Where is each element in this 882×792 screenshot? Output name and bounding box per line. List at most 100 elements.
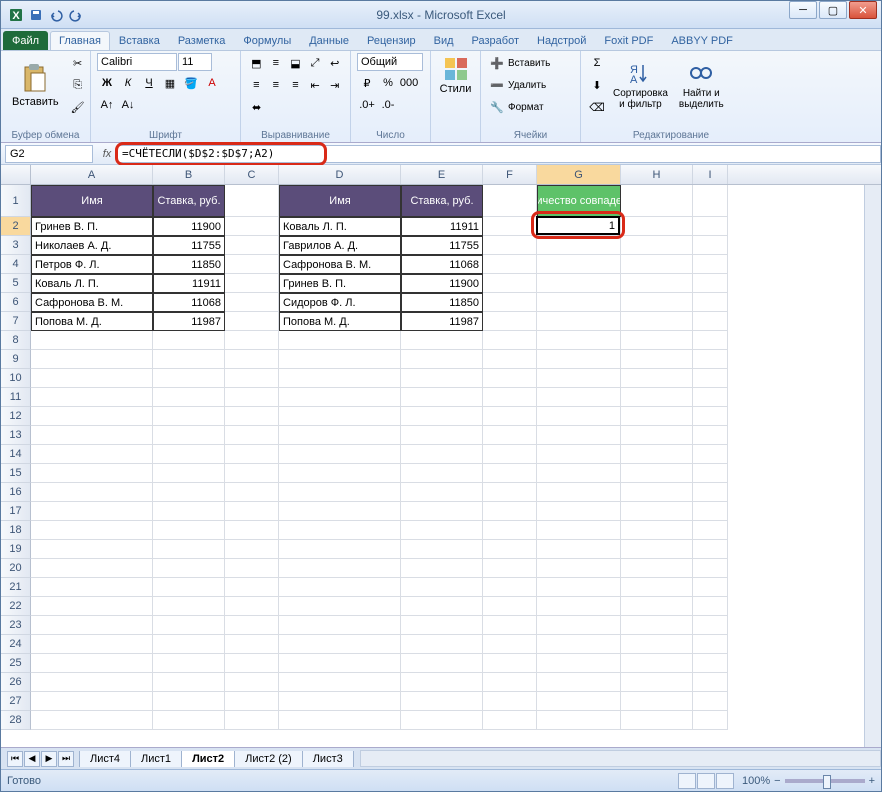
cell[interactable]	[401, 388, 483, 407]
copy-icon[interactable]: ⎘	[68, 75, 88, 95]
cell[interactable]	[225, 464, 279, 483]
number-format-combo[interactable]: Общий	[357, 53, 423, 71]
cell[interactable]	[401, 331, 483, 350]
cell[interactable]	[225, 483, 279, 502]
cell[interactable]: Ставка, руб.	[153, 185, 225, 217]
cell[interactable]	[401, 578, 483, 597]
cell[interactable]	[483, 616, 537, 635]
cell[interactable]	[621, 483, 693, 502]
row-header[interactable]: 26	[1, 673, 31, 692]
cell[interactable]	[693, 635, 728, 654]
tab-addins[interactable]: Надстрой	[528, 31, 595, 50]
cell[interactable]	[693, 597, 728, 616]
cell[interactable]	[537, 236, 621, 255]
cell[interactable]	[483, 236, 537, 255]
cell[interactable]	[153, 635, 225, 654]
cell[interactable]: Сафронова В. М.	[31, 293, 153, 312]
cell[interactable]	[483, 445, 537, 464]
cell[interactable]	[401, 426, 483, 445]
cell[interactable]	[225, 255, 279, 274]
cell[interactable]	[693, 654, 728, 673]
tab-foxit[interactable]: Foxit PDF	[595, 31, 662, 50]
cell[interactable]	[693, 236, 728, 255]
cell[interactable]	[693, 407, 728, 426]
shrink-font-icon[interactable]: A↓	[118, 95, 138, 115]
italic-button[interactable]: К	[118, 73, 138, 93]
row-header[interactable]: 14	[1, 445, 31, 464]
row-header[interactable]: 2	[1, 217, 31, 236]
cell[interactable]	[621, 350, 693, 369]
cell[interactable]	[483, 331, 537, 350]
delete-cells-button[interactable]: Удалить	[508, 80, 546, 91]
cell[interactable]	[225, 711, 279, 730]
cell[interactable]	[279, 483, 401, 502]
cell[interactable]	[621, 185, 693, 217]
cell[interactable]	[483, 255, 537, 274]
row-header[interactable]: 24	[1, 635, 31, 654]
cell[interactable]	[225, 388, 279, 407]
cell[interactable]	[693, 540, 728, 559]
cell[interactable]	[279, 521, 401, 540]
tab-formulas[interactable]: Формулы	[234, 31, 300, 50]
cell[interactable]	[279, 464, 401, 483]
cell[interactable]	[225, 540, 279, 559]
excel-icon[interactable]: X	[7, 6, 25, 24]
indent-dec-icon[interactable]: ⇤	[306, 75, 325, 95]
cell[interactable]	[483, 578, 537, 597]
cell[interactable]	[621, 654, 693, 673]
cell[interactable]	[537, 293, 621, 312]
cell[interactable]	[621, 407, 693, 426]
cell[interactable]	[621, 312, 693, 331]
cell[interactable]	[153, 502, 225, 521]
tab-first-icon[interactable]: ⏮	[7, 751, 23, 767]
tab-layout[interactable]: Разметка	[169, 31, 235, 50]
cell[interactable]	[693, 293, 728, 312]
cell[interactable]	[693, 185, 728, 217]
col-header-B[interactable]: B	[153, 165, 225, 184]
row-header[interactable]: 15	[1, 464, 31, 483]
underline-button[interactable]: Ч	[139, 73, 159, 93]
cell[interactable]	[401, 521, 483, 540]
border-button[interactable]: ▦	[160, 73, 180, 93]
tab-insert[interactable]: Вставка	[110, 31, 169, 50]
cell[interactable]	[483, 483, 537, 502]
cell[interactable]	[483, 559, 537, 578]
cell[interactable]	[537, 635, 621, 654]
currency-icon[interactable]: ₽	[357, 73, 377, 93]
cell[interactable]: Гаврилов А. Д.	[279, 236, 401, 255]
wrap-icon[interactable]: ↩	[325, 53, 344, 73]
cell[interactable]	[153, 654, 225, 673]
cell[interactable]	[483, 350, 537, 369]
row-header[interactable]: 27	[1, 692, 31, 711]
cell[interactable]	[537, 540, 621, 559]
cell[interactable]	[31, 711, 153, 730]
cell[interactable]	[537, 426, 621, 445]
cell[interactable]	[31, 692, 153, 711]
cell[interactable]: Николаев А. Д.	[31, 236, 153, 255]
row-header[interactable]: 11	[1, 388, 31, 407]
cell[interactable]	[483, 274, 537, 293]
cell[interactable]	[153, 616, 225, 635]
cell[interactable]	[483, 388, 537, 407]
cell[interactable]: Гринев В. П.	[279, 274, 401, 293]
cell[interactable]	[401, 350, 483, 369]
cell[interactable]	[621, 236, 693, 255]
view-normal-icon[interactable]	[678, 773, 696, 789]
row-header[interactable]: 19	[1, 540, 31, 559]
col-header-C[interactable]: C	[225, 165, 279, 184]
row-header[interactable]: 7	[1, 312, 31, 331]
cell[interactable]	[31, 388, 153, 407]
cell[interactable]	[537, 578, 621, 597]
cell[interactable]	[621, 711, 693, 730]
cell[interactable]: 11900	[401, 274, 483, 293]
cell[interactable]	[225, 616, 279, 635]
cell[interactable]	[693, 559, 728, 578]
cell[interactable]	[279, 540, 401, 559]
cell[interactable]	[621, 255, 693, 274]
cell[interactable]: Коваль Л. П.	[279, 217, 401, 236]
cell[interactable]	[621, 464, 693, 483]
cell[interactable]	[153, 426, 225, 445]
cell[interactable]: 11068	[153, 293, 225, 312]
cell[interactable]	[693, 521, 728, 540]
cell[interactable]	[537, 654, 621, 673]
